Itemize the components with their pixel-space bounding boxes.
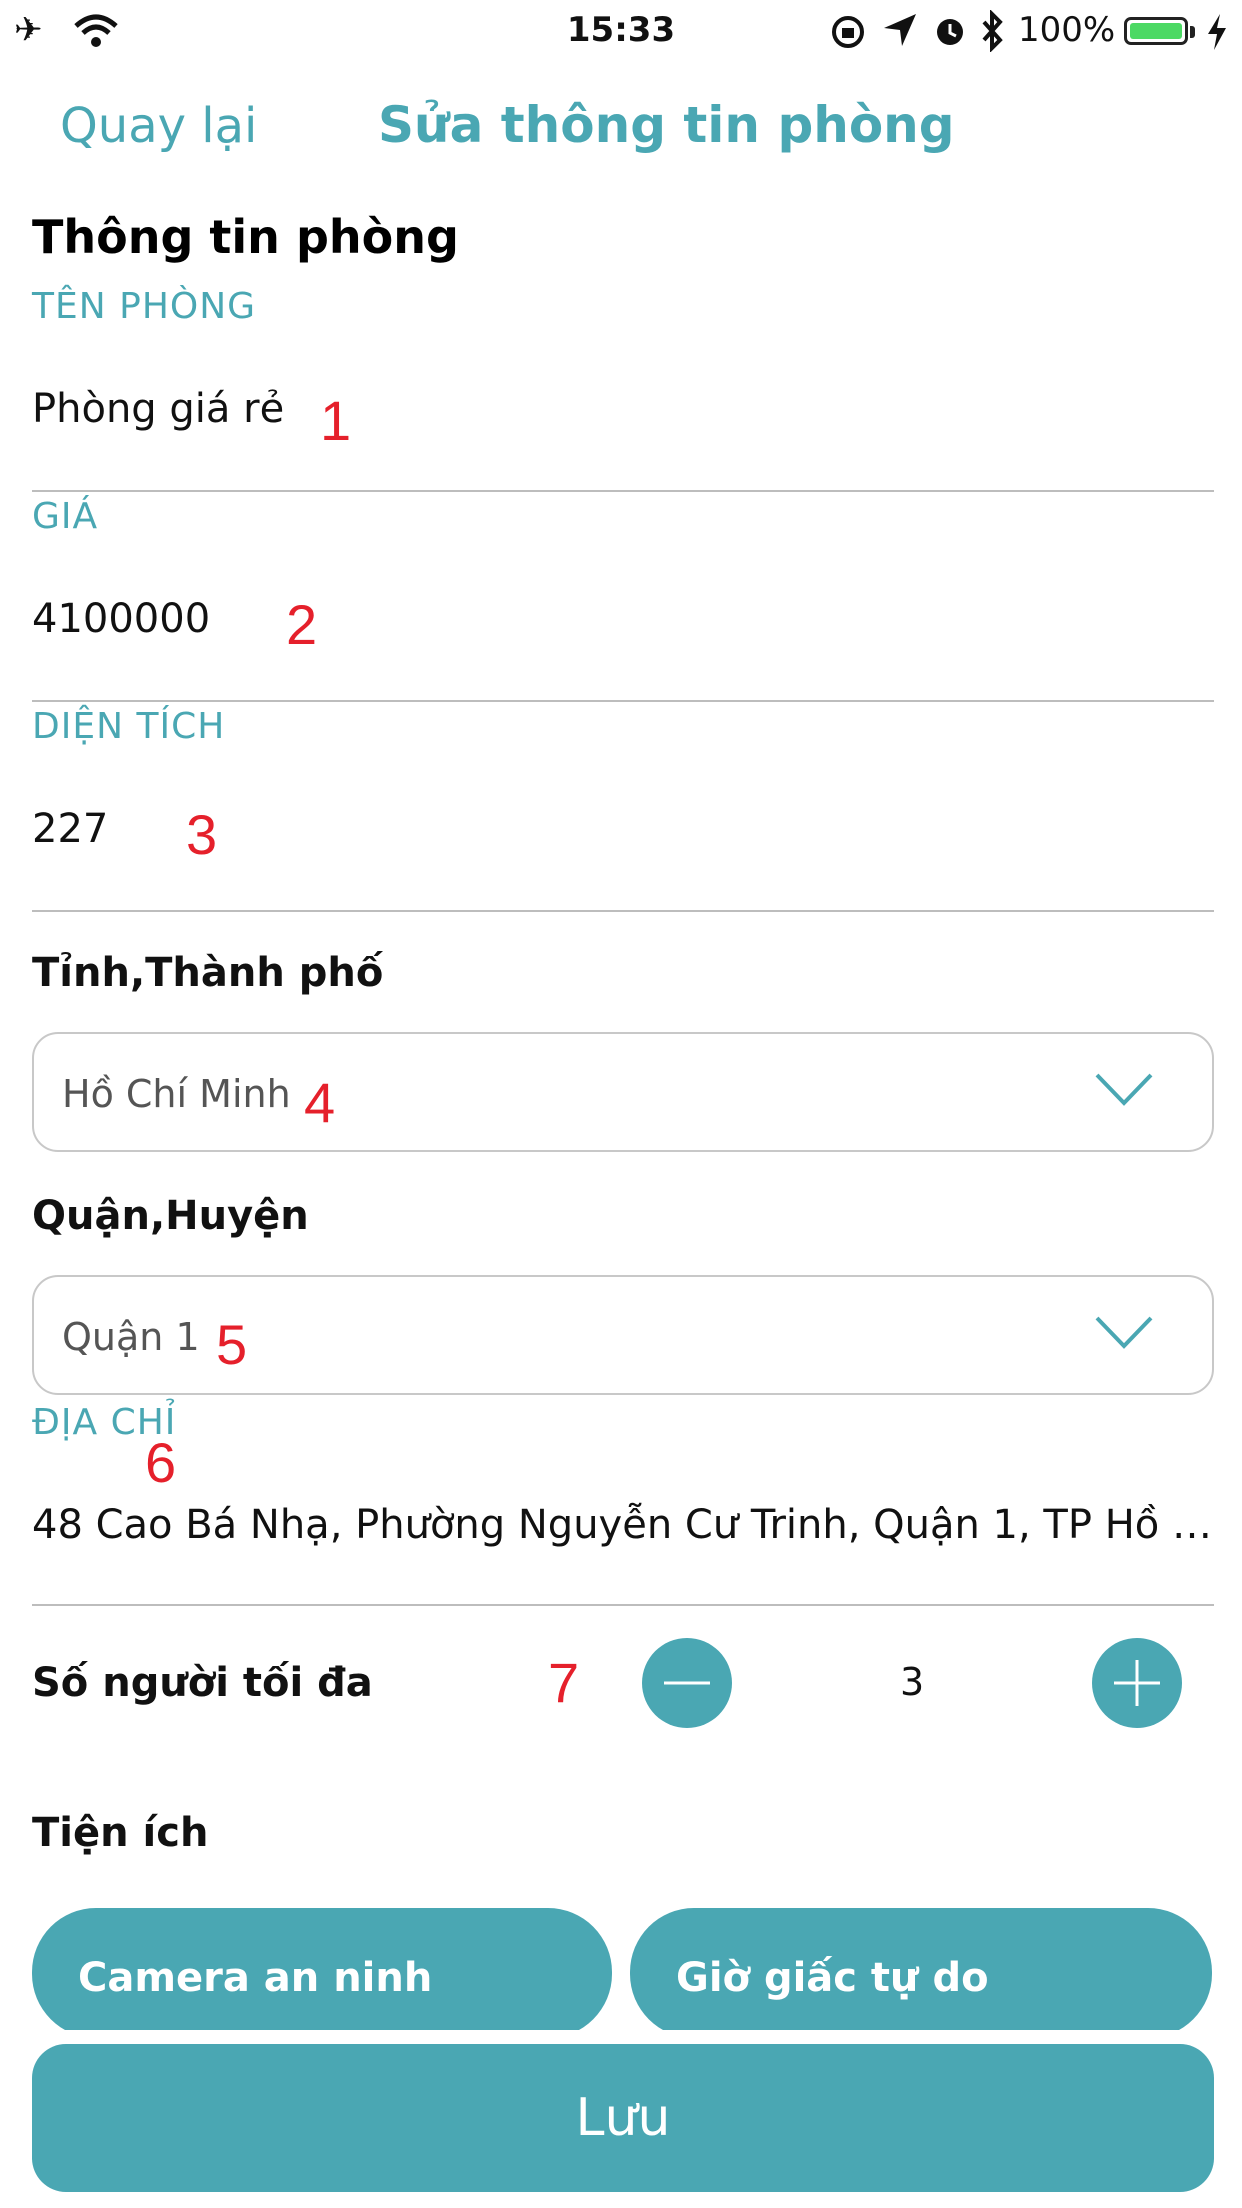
amenity-chip[interactable]: Giờ giấc tự do: [630, 1908, 1212, 2038]
annotation-marker: 2: [286, 593, 318, 656]
district-select[interactable]: Quận 1: [32, 1275, 1214, 1395]
bluetooth-icon: [982, 10, 1003, 52]
list-fade-divider: [0, 2030, 1242, 2042]
orientation-lock-icon: [832, 16, 864, 48]
city-label: Tỉnh,Thành phố: [32, 950, 384, 996]
divider: [32, 490, 1214, 492]
back-button[interactable]: Quay lại: [60, 98, 257, 154]
address-input[interactable]: 48 Cao Bá Nhạ, Phường Nguyễn Cư Trinh, Q…: [32, 1502, 1212, 1548]
annotation-marker: 4: [304, 1071, 336, 1134]
battery-tip: [1190, 26, 1195, 38]
room-name-input[interactable]: Phòng giá rẻ: [32, 386, 284, 432]
max-people-label: Số người tối đa: [32, 1660, 373, 1706]
alarm-icon: [937, 19, 963, 45]
page-title: Sửa thông tin phòng: [378, 96, 955, 154]
location-icon: [884, 14, 916, 46]
annotation-marker: 7: [548, 1651, 580, 1714]
area-label: DIỆN TÍCH: [32, 706, 226, 747]
city-select[interactable]: Hồ Chí Minh: [32, 1032, 1214, 1152]
status-bar: ✈ 15:33 100%: [0, 0, 1242, 60]
price-label: GIÁ: [32, 496, 99, 537]
increment-button[interactable]: [1092, 1638, 1182, 1728]
charging-icon: [1208, 14, 1226, 50]
plus-icon: [1114, 1660, 1160, 1706]
chevron-down-icon: [1095, 1073, 1153, 1106]
minus-icon: [664, 1681, 710, 1685]
section-title: Thông tin phòng: [32, 210, 459, 264]
district-selected-value: Quận 1: [62, 1315, 200, 1359]
annotation-marker: 3: [186, 803, 218, 866]
room-name-label: TÊN PHÒNG: [32, 286, 257, 327]
area-input[interactable]: 227: [32, 806, 108, 852]
annotation-marker: 5: [216, 1313, 248, 1376]
max-people-value: 3: [900, 1660, 925, 1704]
price-input[interactable]: 4100000: [32, 596, 210, 642]
annotation-marker: 6: [145, 1431, 177, 1494]
amenity-chip[interactable]: Camera an ninh: [32, 1908, 612, 2038]
decrement-button[interactable]: [642, 1638, 732, 1728]
divider: [32, 1604, 1214, 1606]
battery-icon: [1124, 17, 1188, 45]
save-button[interactable]: Lưu: [32, 2044, 1214, 2192]
divider: [32, 910, 1214, 912]
annotation-marker: 1: [320, 389, 352, 452]
chevron-down-icon: [1095, 1316, 1153, 1349]
battery-percent: 100%: [1018, 10, 1116, 50]
amenities-label: Tiện ích: [32, 1810, 209, 1856]
divider: [32, 700, 1214, 702]
city-selected-value: Hồ Chí Minh: [62, 1072, 291, 1116]
district-label: Quận,Huyện: [32, 1193, 309, 1239]
